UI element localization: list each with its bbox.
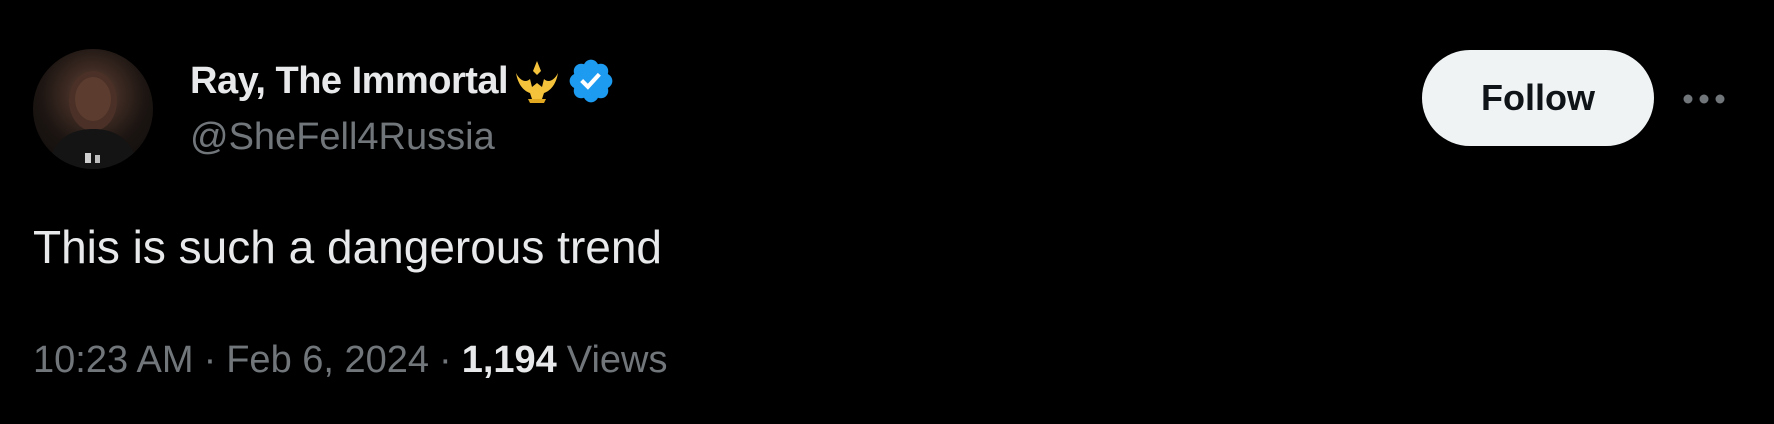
meta-separator: · xyxy=(439,339,452,381)
verified-badge-icon[interactable] xyxy=(566,56,616,106)
avatar-image xyxy=(47,71,139,169)
more-dots-icon xyxy=(1683,94,1725,104)
tweet-card: Ray, The Immortal @SheFell4Russia Follow… xyxy=(0,0,1774,424)
crown-icon xyxy=(510,57,564,105)
tweet-time[interactable]: 10:23 AM xyxy=(33,339,194,382)
avatar[interactable] xyxy=(33,49,153,169)
author-display-name[interactable]: Ray, The Immortal xyxy=(190,60,509,103)
author-name-row: Ray, The Immortal xyxy=(190,55,616,107)
tweet-date[interactable]: Feb 6, 2024 xyxy=(226,339,429,382)
views-count: 1,194 xyxy=(461,339,557,381)
more-options-button[interactable] xyxy=(1680,75,1728,123)
meta-separator: · xyxy=(203,339,217,381)
follow-button[interactable]: Follow xyxy=(1422,50,1654,146)
views-label: Views xyxy=(566,339,668,381)
author-handle[interactable]: @SheFell4Russia xyxy=(190,116,495,159)
tweet-text: This is such a dangerous trend xyxy=(33,221,663,273)
tweet-meta: 10:23 AM · Feb 6, 2024 · 1,194 Views xyxy=(33,339,667,382)
